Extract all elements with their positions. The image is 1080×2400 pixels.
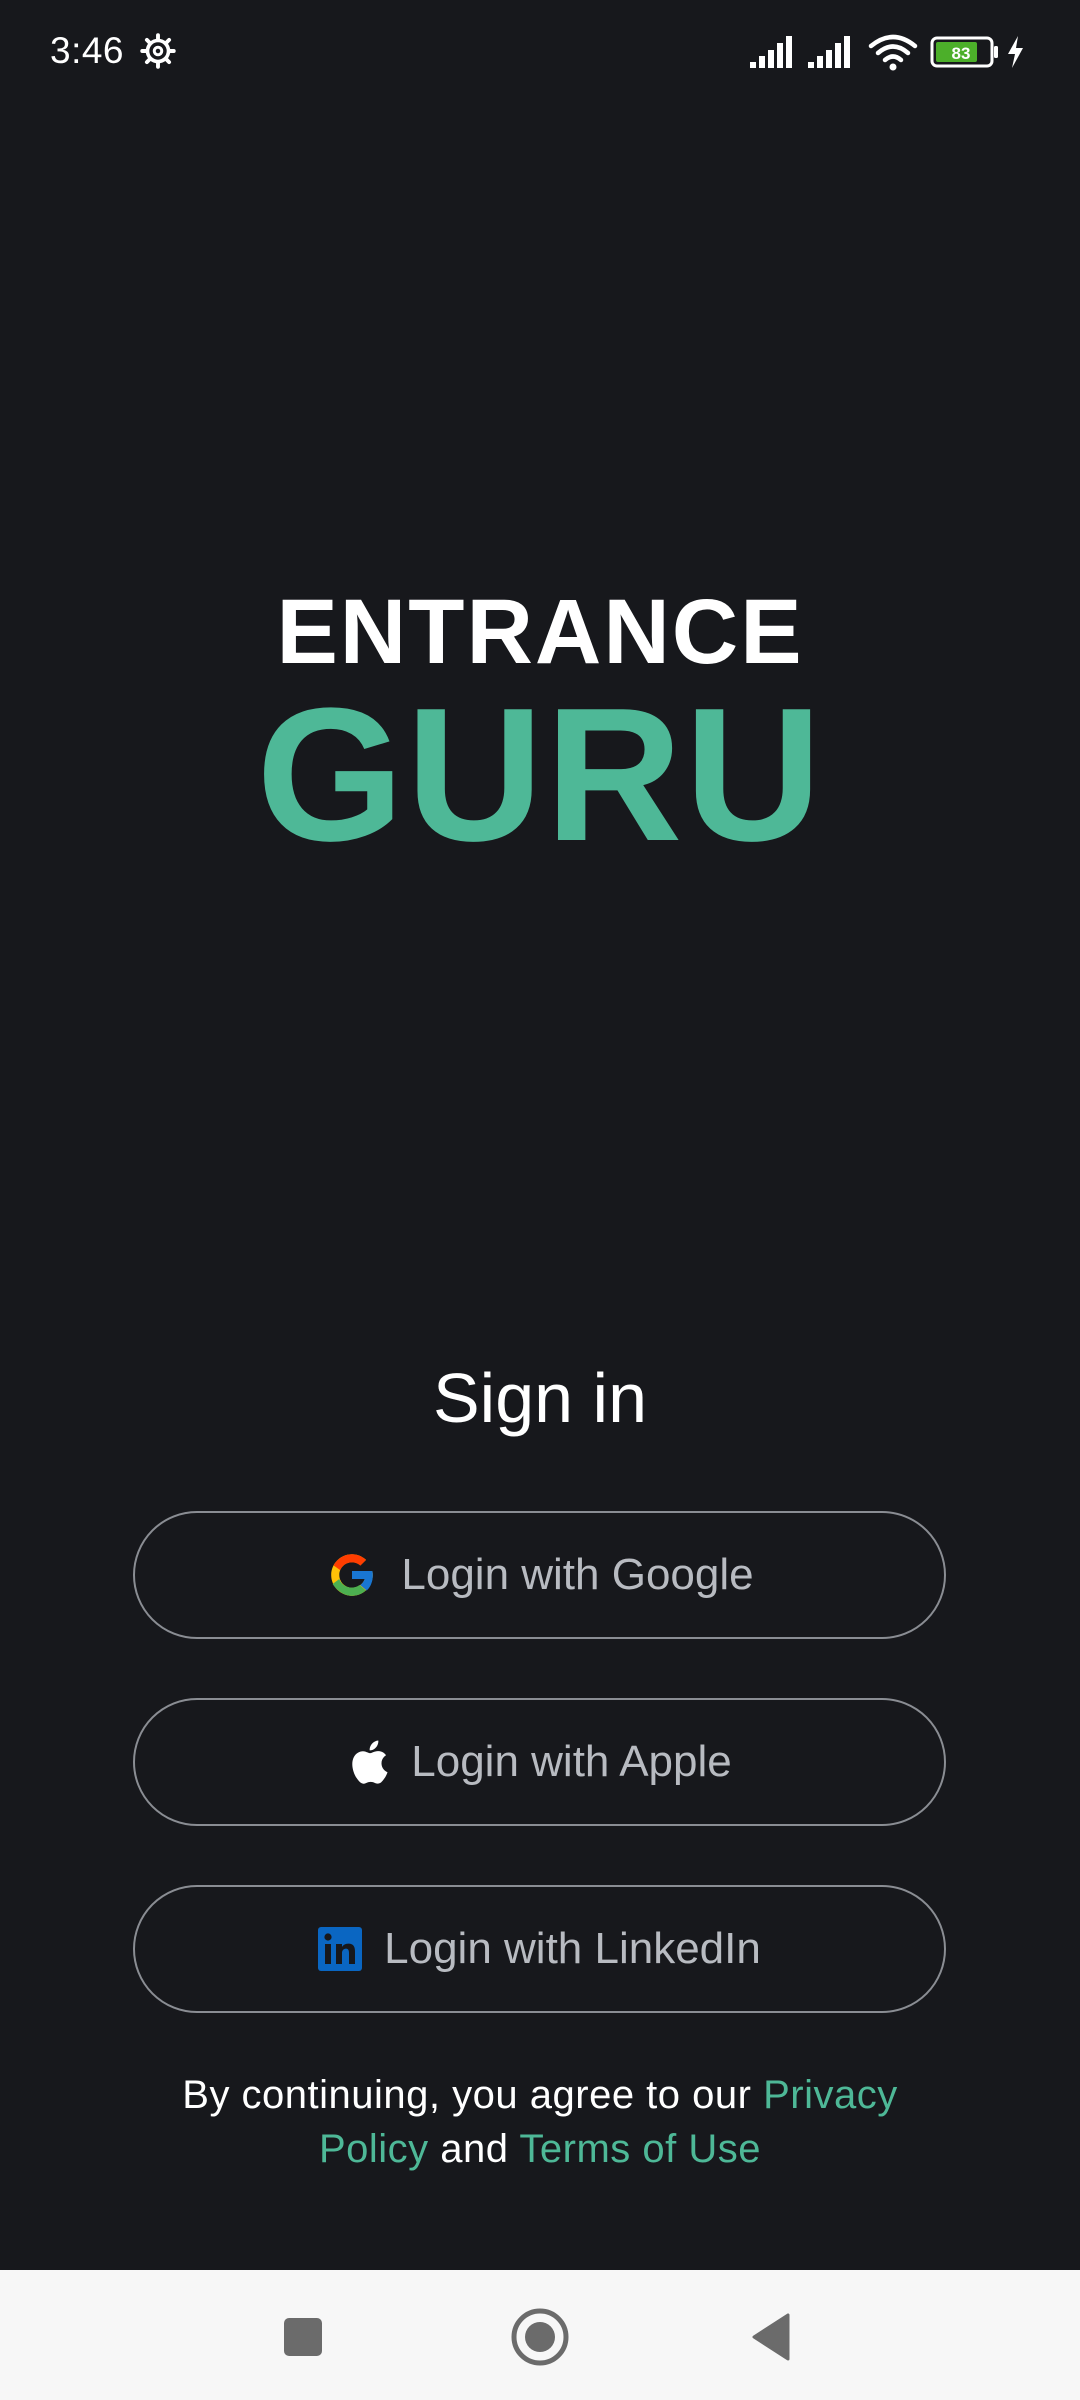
login-apple-label: Login with Apple [411, 1737, 732, 1786]
recents-icon[interactable] [283, 2317, 323, 2357]
home-icon[interactable] [510, 2307, 570, 2367]
logo-text-entrance: ENTRANCE [276, 581, 804, 683]
login-google-label: Login with Google [401, 1550, 754, 1599]
terms-of-use-link[interactable]: Terms of Use [519, 2127, 761, 2171]
status-bar: 3:46 83 [0, 0, 1080, 104]
linkedin-icon [318, 1927, 363, 1971]
signin-title: Sign in [432, 1359, 648, 1437]
login-google-button[interactable]: Login with Google [133, 1511, 946, 1639]
wifi-icon [868, 34, 918, 71]
charging-icon [1008, 36, 1023, 68]
apple-icon [347, 1738, 389, 1786]
legal-prefix: By continuing, you agree to our [182, 2073, 764, 2117]
signal-icon [750, 36, 792, 68]
login-linkedin-button[interactable]: Login with LinkedIn [133, 1885, 946, 2013]
google-icon [325, 1548, 379, 1602]
back-icon[interactable] [750, 2312, 792, 2362]
battery-icon: 83 [930, 36, 998, 68]
legal-text: By continuing, you agree to our Privacy … [130, 2068, 950, 2176]
gear-icon [140, 33, 176, 69]
status-time: 3:46 [50, 30, 125, 71]
logo-text-guru: GURU [256, 669, 824, 881]
login-apple-button[interactable]: Login with Apple [133, 1698, 946, 1826]
login-linkedin-label: Login with LinkedIn [384, 1924, 761, 1973]
battery-level: 83 [952, 44, 971, 63]
signal-icon [808, 36, 850, 68]
navigation-bar [0, 2270, 1080, 2400]
legal-middle: and [428, 2127, 520, 2171]
